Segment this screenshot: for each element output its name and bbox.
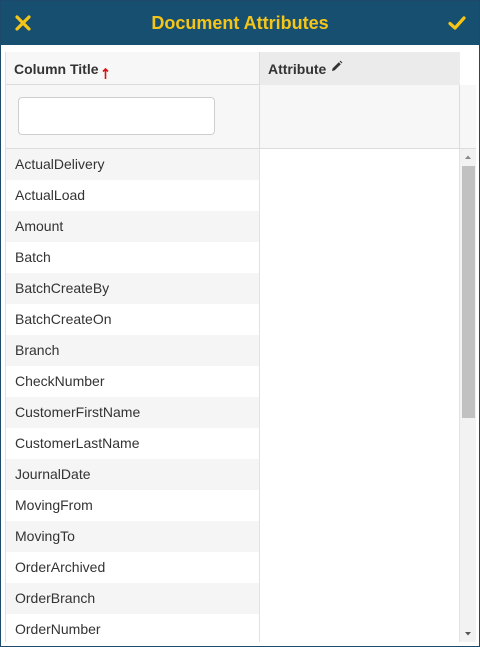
table-row[interactable]: MovingFrom [6,490,460,521]
column-title-cell: Amount [6,211,260,242]
attribute-cell[interactable] [260,614,460,642]
attribute-cell[interactable] [260,180,460,211]
table-row[interactable]: ActualDelivery [6,149,460,180]
column-title-cell: MovingTo [6,521,260,552]
grid-header: Column Title Attribute [6,52,460,85]
column-title-cell: ActualLoad [6,180,260,211]
attribute-cell[interactable] [260,304,460,335]
column-title-cell: BatchCreateOn [6,304,260,335]
scrollbar-thumb[interactable] [462,166,475,418]
column-title-cell: OrderArchived [6,552,260,583]
dialog-title: Document Attributes [151,13,329,33]
column-title-cell: MovingFrom [6,490,260,521]
table-row[interactable]: CustomerFirstName [6,397,460,428]
table-row[interactable]: OrderArchived [6,552,460,583]
column-title-cell: OrderNumber [6,614,260,642]
table-row[interactable]: CheckNumber [6,366,460,397]
attribute-cell[interactable] [260,335,460,366]
pencil-edit-icon [330,51,343,86]
scroll-down-arrow-icon[interactable] [460,626,476,642]
table-row[interactable]: Batch [6,242,460,273]
attribute-cell[interactable] [260,397,460,428]
table-row[interactable]: JournalDate [6,459,460,490]
attributes-grid: Column Title Attribute ActualDelivery Act… [5,52,476,642]
attribute-cell[interactable] [260,211,460,242]
attribute-cell[interactable] [260,583,460,614]
attribute-cell[interactable] [260,552,460,583]
column-header-title[interactable]: Column Title [6,52,260,85]
table-row[interactable]: OrderNumber [6,614,460,642]
column-header-title-label: Column Title [14,61,99,77]
column-title-cell: Batch [6,242,260,273]
table-row[interactable]: BatchCreateBy [6,273,460,304]
attribute-cell[interactable] [260,459,460,490]
filter-row [6,85,476,149]
column-title-cell: CheckNumber [6,366,260,397]
table-row[interactable]: CustomerLastName [6,428,460,459]
table-row[interactable]: ActualLoad [6,180,460,211]
attribute-cell[interactable] [260,428,460,459]
grid-body: ActualDelivery ActualLoad Amount Batch Batch… [6,149,476,642]
column-header-attribute[interactable]: Attribute [260,52,460,85]
vertical-scrollbar[interactable] [460,149,476,642]
column-title-cell: OrderBranch [6,583,260,614]
attribute-cell[interactable] [260,149,460,180]
column-title-cell: Branch [6,335,260,366]
checkmark-icon [448,16,466,30]
table-row[interactable]: BatchCreateOn [6,304,460,335]
document-attributes-dialog: Document Attributes Column Title Attribu… [0,0,480,647]
confirm-button[interactable] [445,11,469,35]
column-title-filter-input[interactable] [18,97,215,135]
dialog-titlebar: Document Attributes [1,1,479,45]
attribute-cell[interactable] [260,366,460,397]
table-row[interactable]: OrderBranch [6,583,460,614]
attribute-cell[interactable] [260,273,460,304]
column-header-attribute-label: Attribute [268,61,327,77]
attribute-filter-cell [260,85,460,148]
column-title-cell: ActualDelivery [6,149,260,180]
table-row[interactable]: Branch [6,335,460,366]
table-row[interactable]: Amount [6,211,460,242]
column-title-cell: CustomerLastName [6,428,260,459]
column-title-cell: CustomerFirstName [6,397,260,428]
scroll-up-arrow-icon[interactable] [460,149,476,165]
table-row[interactable]: MovingTo [6,521,460,552]
column-title-cell: BatchCreateBy [6,273,260,304]
attribute-cell[interactable] [260,521,460,552]
column-title-cell: JournalDate [6,459,260,490]
attribute-cell[interactable] [260,490,460,521]
attribute-cell[interactable] [260,242,460,273]
column-title-filter-cell [6,85,260,148]
